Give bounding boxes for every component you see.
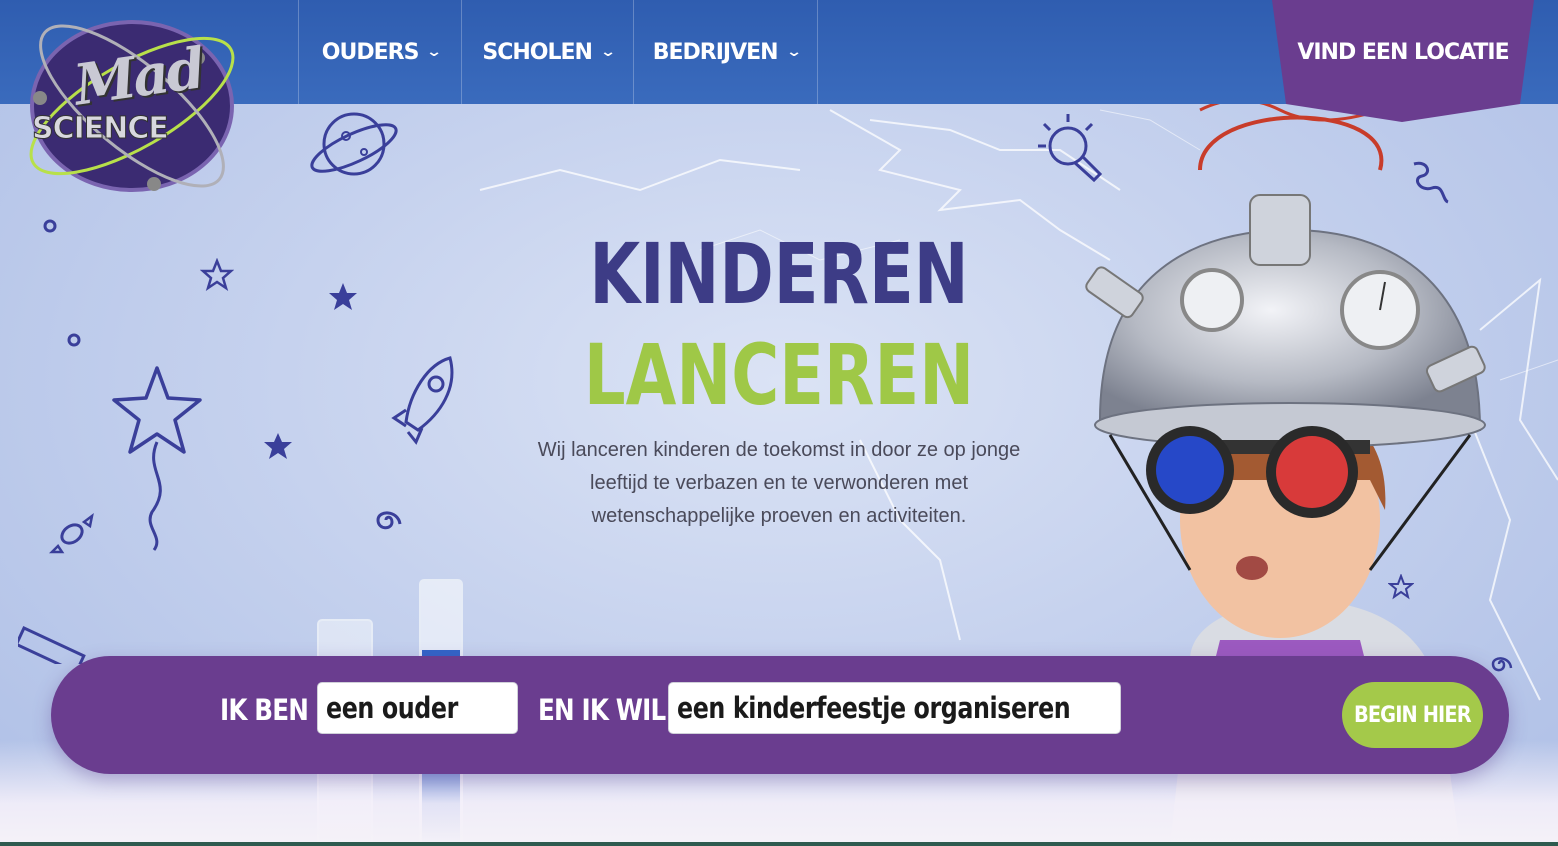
find-location-button[interactable]: VIND EEN LOCATIE: [1272, 0, 1534, 104]
mad-science-logo[interactable]: Mad SCIENCE: [14, 6, 246, 196]
logo-text-science: SCIENCE: [32, 111, 170, 147]
chevron-down-icon: ⌄: [785, 44, 801, 60]
ik-ben-label: IK BEN: [220, 693, 309, 727]
begin-hier-label: BEGIN HIER: [1354, 702, 1472, 728]
hero-intro-text: Wij lanceren kinderen de toekomst in doo…: [537, 439, 1021, 527]
nav-divider: [817, 0, 818, 104]
ruler-doodle-icon: [18, 626, 86, 664]
goal-select[interactable]: een kinderfeestje organiseren: [668, 682, 1121, 734]
nav-item-scholen[interactable]: SCHOLEN ⌄: [461, 0, 633, 104]
planet-doodle-icon: [310, 112, 398, 176]
begin-hier-button[interactable]: BEGIN HIER: [1342, 682, 1483, 748]
chevron-down-icon: ⌄: [599, 44, 616, 60]
en-ik-wil-label: EN IK WIL: [538, 693, 666, 727]
chevron-down-icon: ⌄: [426, 44, 442, 60]
audience-select-value: een ouder: [326, 691, 458, 725]
candy-doodle-icon: [48, 513, 94, 554]
nav-item-bedrijven[interactable]: BEDRIJVEN ⌄: [633, 0, 817, 104]
audience-select[interactable]: een ouder: [317, 682, 518, 734]
hero-title-line-1: KINDEREN: [589, 225, 969, 323]
nav-item-label: BEDRIJVEN: [652, 39, 779, 65]
star-filled-doodle-icon: [264, 433, 292, 459]
hero-title-line-2: LANCEREN: [583, 326, 975, 424]
bottom-border: [0, 842, 1558, 846]
nav-item-label: OUDERS: [321, 39, 420, 65]
circle-doodle-icon: [67, 333, 81, 347]
swirl-doodle-icon: [376, 511, 402, 530]
goal-select-value: een kinderfeestje organiseren: [677, 691, 1071, 725]
nav-item-ouders[interactable]: OUDERS ⌄: [298, 0, 462, 104]
nav-item-label: SCHOLEN: [482, 39, 593, 65]
circle-doodle-icon: [43, 219, 57, 233]
